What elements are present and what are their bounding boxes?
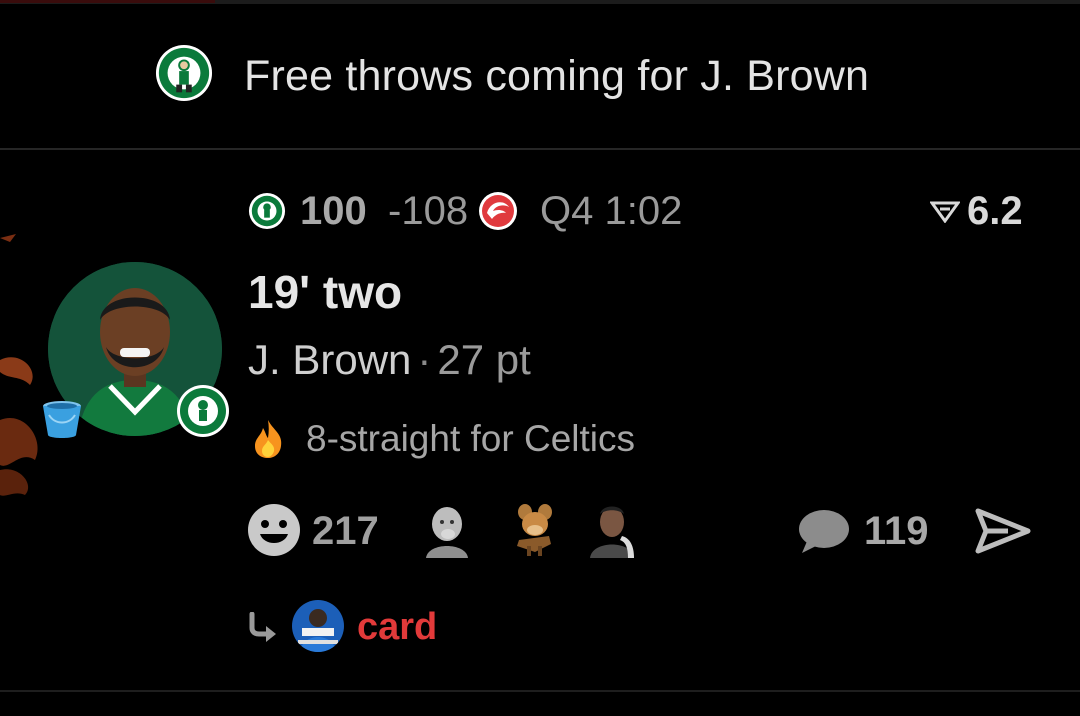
reply-avatar-image [292,600,344,652]
player-points: 27 pt [437,336,531,383]
celtics-logo-icon [248,192,286,230]
divider [0,148,1080,150]
player-name[interactable]: J. Brown [248,336,411,383]
odds-icon [930,201,960,223]
comment-icon[interactable] [794,507,850,557]
fire-icon [247,418,289,460]
celtics-logo-icon [177,385,229,437]
player-line[interactable]: J. Brown · 27 pt [248,336,531,384]
comment-count[interactable]: 119 [864,509,929,554]
ember-icon [0,234,16,242]
reply-arrow-icon [249,612,276,642]
reply-avatar[interactable] [292,600,344,652]
reactor-avatar-cartoon[interactable] [505,500,563,558]
reaction-count[interactable]: 217 [312,509,379,554]
hawks-logo-icon [479,192,517,230]
reaction-smiley-icon[interactable] [246,502,302,558]
celtics-logo-icon [155,44,213,102]
game-clock: Q4 1:02 [540,189,683,233]
play-headline: 19' two [248,266,403,318]
banner[interactable]: Free throws coming for J. Brown [0,0,1080,150]
reactor-avatar-person[interactable] [584,500,642,558]
bucket-icon [43,401,81,438]
reactor-avatar-baby[interactable] [418,500,476,558]
separator: · [417,336,432,383]
away-score: -108 [388,189,469,233]
banner-text: Free throws coming for J. Brown [244,52,870,100]
streak-text: 8-straight for Celtics [306,418,635,459]
reply-label[interactable]: card [357,606,437,649]
odds-value: 6.2 [967,189,1023,233]
share-icon[interactable] [974,507,1032,555]
bottom-divider [0,690,1080,692]
home-score: 100 [300,189,367,233]
